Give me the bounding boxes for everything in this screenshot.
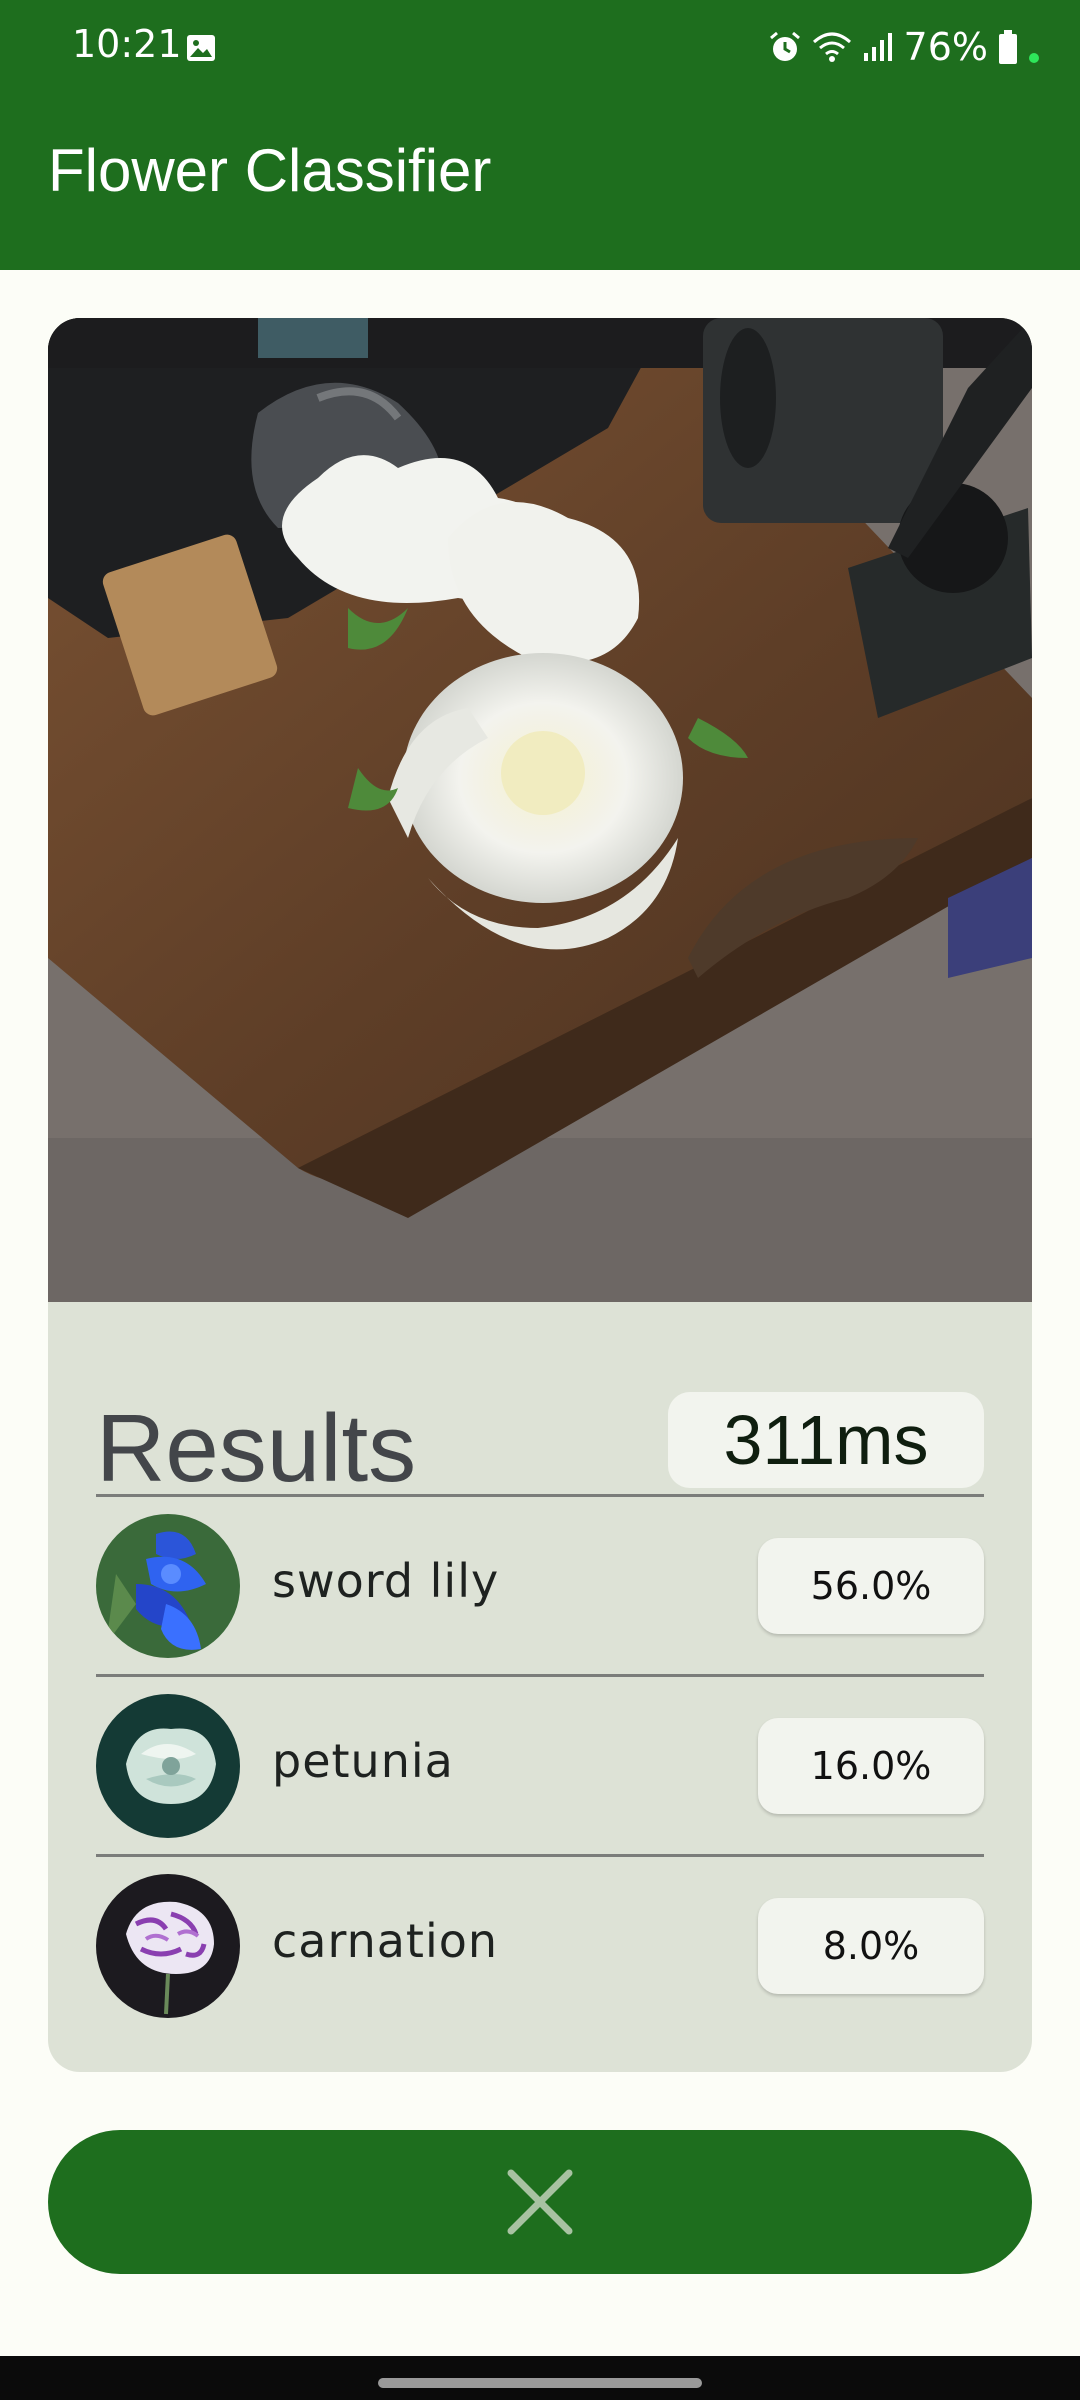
app-title: Flower Classifier	[48, 137, 492, 204]
petunia-thumbnail	[96, 1694, 240, 1838]
inference-time-badge: 311ms	[668, 1392, 984, 1488]
status-icons: 76%	[768, 22, 1040, 72]
confidence-badge: 16.0%	[758, 1718, 984, 1814]
divider	[96, 1674, 984, 1677]
battery-icon	[999, 30, 1017, 64]
close-icon	[507, 2169, 573, 2235]
result-label: petunia	[272, 1734, 454, 1788]
carnation-thumbnail	[96, 1874, 240, 2018]
wifi-icon	[812, 32, 851, 62]
result-label: carnation	[272, 1914, 499, 1968]
result-row: sword lily 56.0%	[96, 1498, 984, 1674]
app-bar: Flower Classifier	[0, 96, 1080, 270]
results-header: Results 311ms	[96, 1376, 984, 1502]
home-gesture-handle[interactable]	[378, 2378, 702, 2388]
result-row: petunia 16.0%	[96, 1678, 984, 1854]
active-indicator-dot	[1029, 53, 1039, 63]
divider	[96, 1494, 984, 1497]
divider	[96, 1854, 984, 1857]
battery-percentage: 76%	[903, 25, 988, 69]
sword-lily-thumbnail	[96, 1514, 240, 1658]
result-row: carnation 8.0%	[96, 1858, 984, 2034]
confidence-badge: 8.0%	[758, 1898, 984, 1994]
status-time: 10:21	[72, 22, 182, 66]
close-button[interactable]	[48, 2130, 1032, 2274]
result-label: sword lily	[272, 1554, 500, 1608]
results-card: Results 311ms sword lily 56.0% petunia 1…	[48, 318, 1032, 2072]
captured-photo	[48, 318, 1032, 1302]
status-bar: 10:21 76%	[0, 0, 1080, 96]
photo-icon	[187, 35, 215, 61]
results-title: Results	[96, 1395, 417, 1502]
signal-icon	[863, 33, 892, 61]
alarm-icon	[769, 31, 800, 61]
confidence-badge: 56.0%	[758, 1538, 984, 1634]
